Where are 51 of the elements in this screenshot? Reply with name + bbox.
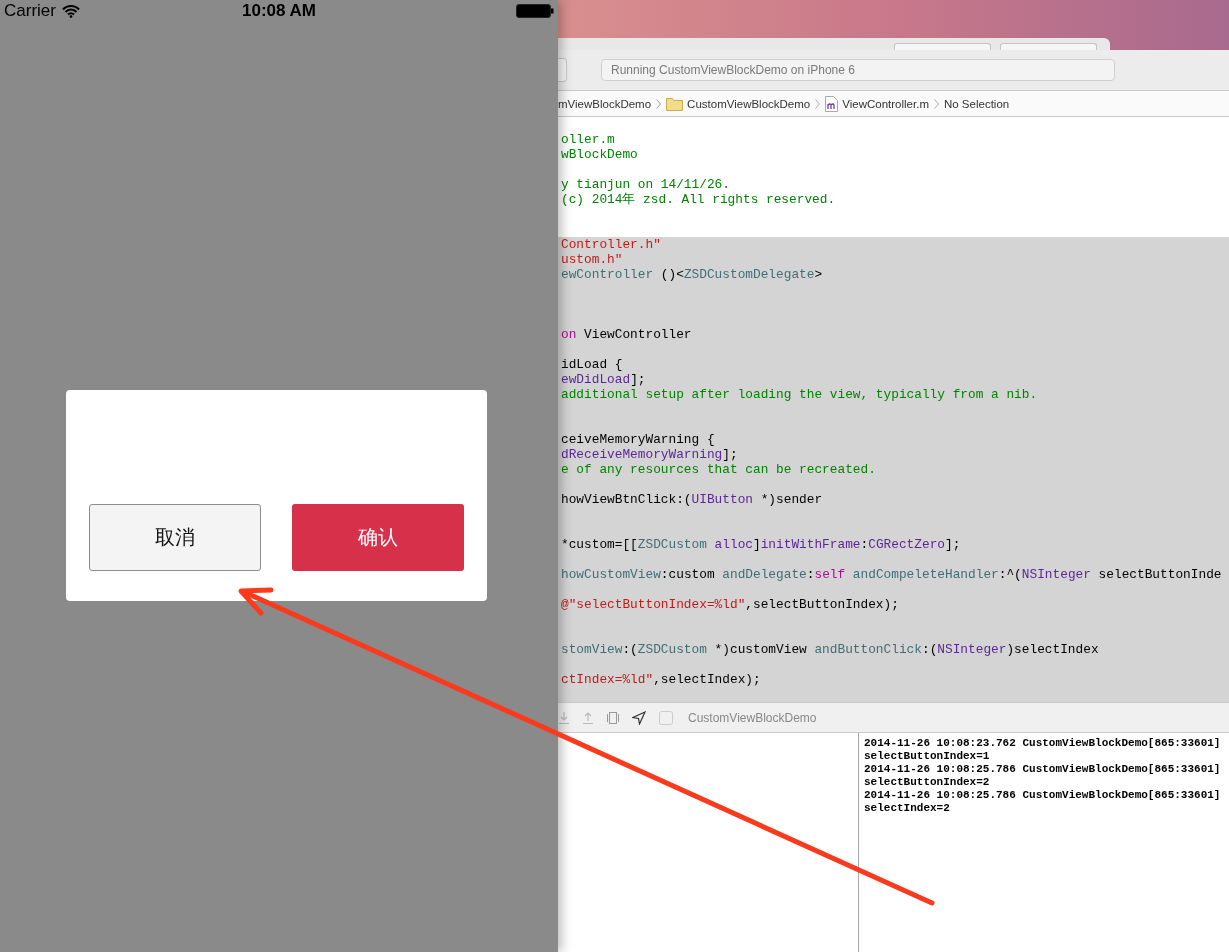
m-file-icon: [825, 95, 839, 112]
target-label: CustomViewBlockDemo: [688, 710, 817, 725]
breadcrumb-item[interactable]: mViewBlockDemo: [558, 97, 652, 110]
code-line: Controller.h": [561, 237, 661, 252]
code-line: y tianjun on 14/11/26.: [561, 177, 730, 192]
battery-icon: [516, 4, 554, 18]
console-line: 2014-11-26 10:08:25.786 CustomViewBlockDemo[865:33601]: [864, 763, 1221, 776]
segmented-control[interactable]: [894, 43, 991, 50]
code-line: ceiveMemoryWarning {: [561, 432, 715, 447]
carrier-label: Carrier: [4, 1, 56, 21]
chevron-icon: [656, 98, 662, 109]
code-line: additional setup after loading the view, typically from a nib.: [561, 387, 1038, 402]
code-line: ewDidLoad];: [561, 372, 646, 387]
code-line: ustom.h": [561, 252, 623, 267]
confirm-button[interactable]: 确认: [292, 504, 464, 571]
console-line: selectIndex=2: [864, 802, 951, 815]
console-line: selectButtonIndex=2: [864, 776, 991, 789]
code-line: dReceiveMemoryWarning];: [561, 447, 738, 462]
chevron-icon: [933, 98, 939, 109]
console-line: 2014-11-26 10:08:23.762 CustomViewBlockDemo[865:33601]: [864, 737, 1221, 750]
wifi-icon: [61, 4, 80, 18]
status-time: 10:08 AM: [242, 1, 316, 21]
toolbar-button[interactable]: [558, 58, 567, 82]
code-line: wBlockDemo: [561, 147, 638, 162]
code-line: oller.m: [561, 132, 615, 147]
code-line: ctIndex=%ld",selectIndex);: [561, 672, 761, 687]
code-line: *custom=[[ZSDCustom alloc]initWithFrame:CGRectZero];: [561, 537, 961, 552]
breadcrumb-item[interactable]: ViewController.m: [842, 97, 929, 110]
console-line: selectButtonIndex=1: [864, 750, 991, 763]
breadcrumb-item[interactable]: CustomViewBlockDemo: [687, 97, 811, 110]
activity-field: Running CustomViewBlockDemo on iPhone 6: [601, 59, 1115, 81]
view-hierarchy-icon[interactable]: [606, 710, 620, 725]
code-line: on ViewController: [561, 327, 692, 342]
location-icon[interactable]: [632, 710, 646, 725]
code-line: @"selectButtonIndex=%ld",selectButtonIndex);: [561, 597, 899, 612]
chevron-icon: [815, 98, 821, 109]
step-out-icon[interactable]: [582, 710, 594, 725]
cancel-button[interactable]: 取消: [89, 504, 261, 571]
code-line: howCustomView:custom andDelegate:self andCompeleteHandler:^(NSInteger selectButtonInde: [561, 567, 1222, 582]
app-icon: [658, 709, 674, 726]
code-line: ewController ()<ZSDCustomDelegate>: [561, 267, 823, 282]
segmented-control[interactable]: [1000, 43, 1097, 50]
code-line: (c) 2014年 zsd. All rights reserved.: [561, 192, 836, 207]
code-line: idLoad {: [561, 357, 623, 372]
code-line: e of any resources that can be recreated.: [561, 462, 876, 477]
step-into-icon[interactable]: [558, 710, 570, 725]
code-line: howViewBtnClick:(UIButton *)sender: [561, 492, 823, 507]
console-line: 2014-11-26 10:08:25.786 CustomViewBlockDemo[865:33601]: [864, 789, 1221, 802]
folder-icon: [666, 96, 684, 111]
breadcrumb-item[interactable]: No Selection: [943, 97, 1010, 110]
code-line: stomView:(ZSDCustom *)customView andButtonClick:(NSInteger)selectIndex: [561, 642, 1099, 657]
